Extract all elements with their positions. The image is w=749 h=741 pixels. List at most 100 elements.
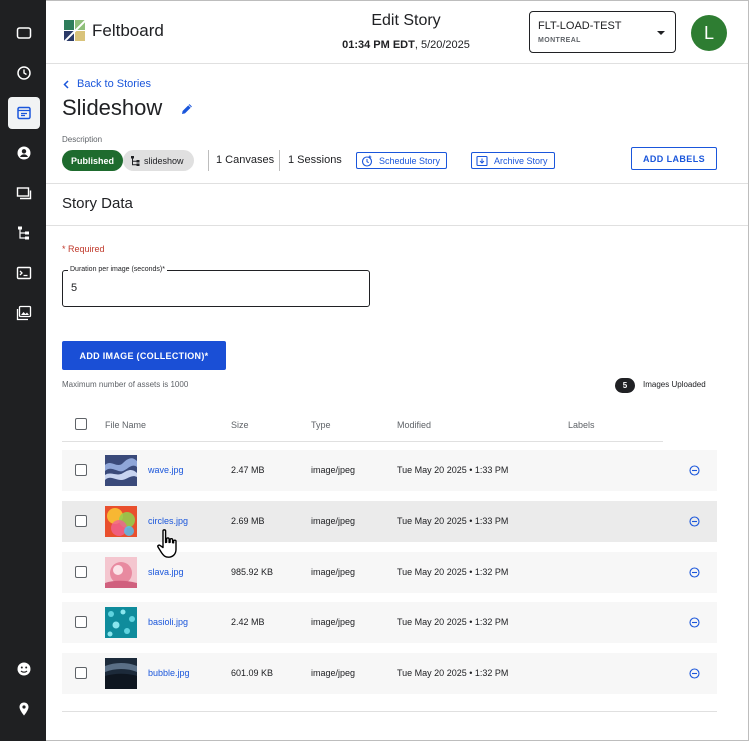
edit-title-icon[interactable] bbox=[180, 102, 194, 121]
divider bbox=[46, 183, 748, 184]
story-type-chip: slideshow bbox=[123, 150, 194, 171]
schedule-story-button[interactable]: Schedule Story bbox=[356, 152, 448, 169]
file-size: 985.92 KB bbox=[231, 567, 274, 577]
description-label: Description bbox=[62, 135, 103, 144]
file-modified: Tue May 20 2025 • 1:32 PM bbox=[397, 668, 509, 678]
column-header-size[interactable]: Size bbox=[231, 420, 249, 430]
terminal-icon[interactable] bbox=[8, 257, 40, 289]
hand-pointer-icon bbox=[157, 529, 177, 558]
remove-circle-icon[interactable] bbox=[689, 465, 700, 476]
archive-icon bbox=[476, 155, 488, 166]
hierarchy-icon[interactable] bbox=[8, 217, 40, 249]
duration-field: Duration per image (seconds)* bbox=[62, 266, 370, 307]
duration-field-label: Duration per image (seconds)* bbox=[68, 266, 167, 273]
images-uploaded-count: 5 bbox=[615, 378, 635, 393]
file-name-link[interactable]: wave.jpg bbox=[148, 465, 184, 475]
add-labels-button[interactable]: ADD LABELS bbox=[631, 147, 717, 170]
images-uploaded-label: Images Uploaded bbox=[643, 380, 706, 389]
page-title: Slideshow bbox=[62, 95, 163, 120]
media-icon[interactable] bbox=[8, 297, 40, 329]
file-modified: Tue May 20 2025 • 1:33 PM bbox=[397, 465, 509, 475]
thumbnail-image bbox=[105, 455, 137, 486]
top-header: Feltboard Edit Story 01:34 PM EDT, 5/20/… bbox=[46, 0, 748, 64]
file-type: image/jpeg bbox=[311, 567, 356, 577]
account-icon[interactable] bbox=[8, 137, 40, 169]
file-type: image/jpeg bbox=[311, 668, 356, 678]
app-logo[interactable]: Feltboard bbox=[64, 20, 164, 42]
organization-location: MONTREAL bbox=[538, 37, 581, 44]
remove-circle-icon[interactable] bbox=[689, 516, 700, 527]
canvases-count: 1 Canvases bbox=[216, 154, 275, 166]
file-modified: Tue May 20 2025 • 1:33 PM bbox=[397, 516, 509, 526]
tv-icon[interactable] bbox=[8, 17, 40, 49]
add-image-collection-button[interactable]: ADD IMAGE (COLLECTION)* bbox=[62, 341, 226, 370]
table-row[interactable]: wave.jpg 2.47 MB image/jpeg Tue May 20 2… bbox=[62, 450, 717, 491]
row-checkbox[interactable] bbox=[75, 515, 87, 527]
archive-story-button[interactable]: Archive Story bbox=[471, 152, 555, 169]
location-icon[interactable] bbox=[8, 693, 40, 725]
header-date: , 5/20/2025 bbox=[414, 39, 470, 51]
divider bbox=[46, 225, 748, 226]
file-modified: Tue May 20 2025 • 1:32 PM bbox=[397, 567, 509, 577]
header-time: 01:34 PM EDT bbox=[342, 39, 415, 51]
row-checkbox[interactable] bbox=[75, 566, 87, 578]
file-name-link[interactable]: basioli.jpg bbox=[148, 617, 188, 627]
status-badge: Published bbox=[62, 150, 124, 171]
user-avatar[interactable]: L bbox=[691, 15, 727, 51]
table-row[interactable]: bubble.jpg 601.09 KB image/jpeg Tue May … bbox=[62, 653, 717, 694]
remove-circle-icon[interactable] bbox=[689, 617, 700, 628]
row-checkbox[interactable] bbox=[75, 616, 87, 628]
caret-down-icon bbox=[657, 31, 665, 35]
max-assets-note: Maximum number of assets is 1000 bbox=[62, 380, 189, 389]
clock-icon[interactable] bbox=[8, 57, 40, 89]
file-size: 601.09 KB bbox=[231, 668, 274, 678]
file-size: 2.42 MB bbox=[231, 617, 265, 627]
select-all-checkbox[interactable] bbox=[75, 418, 87, 430]
divider bbox=[62, 711, 717, 712]
schedule-clock-icon bbox=[361, 155, 373, 167]
sessions-count: 1 Sessions bbox=[288, 154, 342, 166]
thumbnail-image bbox=[105, 506, 137, 537]
remove-circle-icon[interactable] bbox=[689, 668, 700, 679]
file-size: 2.69 MB bbox=[231, 516, 265, 526]
file-name-link[interactable]: bubble.jpg bbox=[148, 668, 190, 678]
archive-story-label: Archive Story bbox=[494, 155, 548, 166]
section-title: Story Data bbox=[62, 195, 133, 212]
row-checkbox[interactable] bbox=[75, 667, 87, 679]
remove-circle-icon[interactable] bbox=[689, 567, 700, 578]
side-rail bbox=[0, 0, 46, 741]
file-name-link[interactable]: circles.jpg bbox=[148, 516, 188, 526]
column-header-type[interactable]: Type bbox=[311, 420, 331, 430]
file-type: image/jpeg bbox=[311, 516, 356, 526]
file-modified: Tue May 20 2025 • 1:32 PM bbox=[397, 617, 509, 627]
required-note: * Required bbox=[62, 244, 105, 254]
canvases-icon[interactable] bbox=[8, 177, 40, 209]
file-name-link[interactable]: slava.jpg bbox=[148, 567, 184, 577]
file-type: image/jpeg bbox=[311, 465, 356, 475]
file-size: 2.47 MB bbox=[231, 465, 265, 475]
back-to-stories-link[interactable]: Back to Stories bbox=[63, 78, 151, 90]
row-checkbox[interactable] bbox=[75, 464, 87, 476]
duration-input[interactable] bbox=[71, 282, 351, 294]
column-header-file-name[interactable]: File Name bbox=[105, 420, 146, 430]
schedule-story-label: Schedule Story bbox=[379, 155, 441, 166]
table-row[interactable]: basioli.jpg 2.42 MB image/jpeg Tue May 2… bbox=[62, 602, 717, 643]
divider bbox=[62, 441, 663, 442]
thumbnail-image bbox=[105, 658, 137, 689]
app-name: Feltboard bbox=[92, 21, 164, 40]
page-header-title: Edit Story bbox=[371, 12, 441, 29]
chevron-left-icon bbox=[63, 79, 69, 89]
back-to-stories-label: Back to Stories bbox=[77, 78, 151, 90]
stories-icon[interactable] bbox=[8, 97, 40, 129]
divider bbox=[279, 150, 280, 171]
column-header-labels[interactable]: Labels bbox=[568, 420, 595, 430]
thumbnail-image bbox=[105, 557, 137, 588]
organization-select[interactable]: FLT-LOAD-TEST MONTREAL bbox=[529, 11, 676, 53]
file-type: image/jpeg bbox=[311, 617, 356, 627]
thumbnail-image bbox=[105, 607, 137, 638]
header-datetime: 01:34 PM EDT, 5/20/2025 bbox=[286, 39, 526, 51]
column-header-modified[interactable]: Modified bbox=[397, 420, 431, 430]
feltboard-logo-icon bbox=[64, 20, 86, 42]
smiley-icon[interactable] bbox=[8, 653, 40, 685]
divider bbox=[208, 150, 209, 171]
